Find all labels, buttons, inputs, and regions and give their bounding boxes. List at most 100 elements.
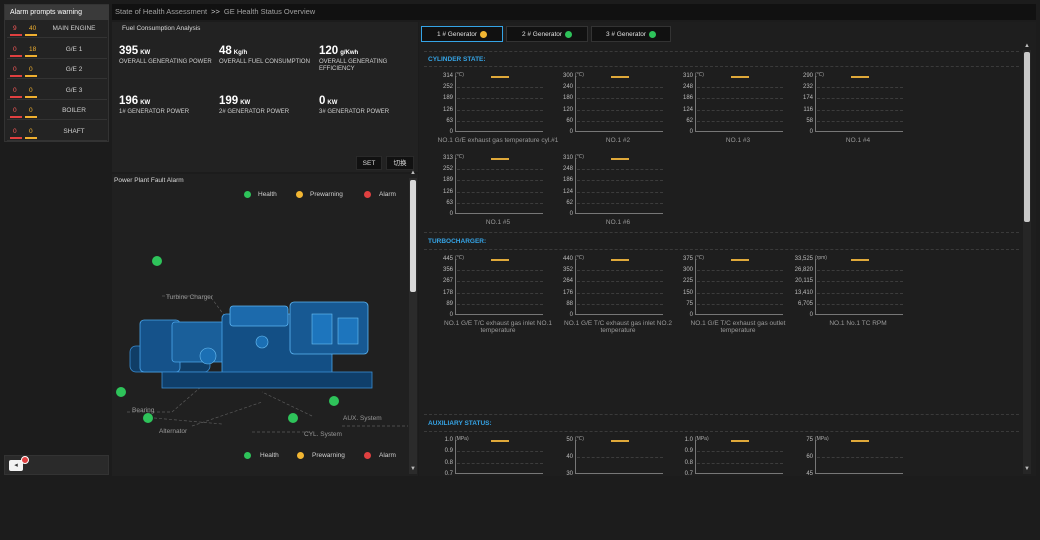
value-marker	[611, 259, 629, 261]
grid-line	[457, 462, 543, 464]
y-tick-label: 186	[682, 95, 693, 102]
fault-scrollbar-thumb[interactable]	[410, 180, 416, 292]
set-button[interactable]: SET	[356, 156, 382, 170]
cyl-chart: (℃) 310 248 186 124 62 0 NO.1 #6	[543, 154, 663, 258]
grid-line	[697, 451, 783, 453]
y-tick-label: 13,410	[794, 289, 813, 296]
cyl-chart: (℃) 310 248 186 124 62 0 NO.1 #3	[663, 72, 783, 176]
y-tick-label: 176	[562, 289, 573, 296]
divider	[424, 414, 1019, 415]
grid-line	[697, 109, 783, 111]
y-tick-label: 63	[446, 199, 453, 206]
y-tick-label: 50	[566, 437, 573, 443]
y-tick-label: 0	[569, 211, 573, 217]
breadcrumb-separator: >>	[211, 7, 220, 16]
alarm-count: 0	[13, 127, 17, 135]
prewarning-count: 0	[29, 86, 33, 94]
breadcrumb-root[interactable]: State of Health Assessment	[115, 7, 207, 16]
prewarning-bar	[25, 75, 37, 77]
right-scrollbar-thumb[interactable]	[1024, 52, 1030, 222]
scroll-up-icon[interactable]: ▲	[1023, 43, 1031, 49]
notification-badge-icon	[21, 456, 29, 464]
chart-caption: NO.1 #6	[605, 219, 631, 226]
value-marker	[491, 440, 509, 442]
generator-set-icon	[129, 301, 373, 389]
alarm-count: 9	[13, 25, 17, 32]
y-tick-label: 248	[682, 84, 693, 91]
scroll-up-icon[interactable]: ▲	[409, 170, 417, 176]
y-tick-label: 0	[449, 129, 453, 135]
equipment-name: G/E 2	[65, 66, 83, 73]
y-tick-label: 248	[562, 166, 573, 173]
plot-area	[815, 440, 903, 474]
label-cyl-system: CYL. System	[304, 431, 342, 438]
alarm-row[interactable]: 9 40 MAIN ENGINE	[7, 20, 107, 38]
aux-status-point[interactable]	[329, 396, 339, 406]
fuel-panel-title: Fuel Consumption Analysis	[122, 25, 201, 32]
cyl-status-point[interactable]	[288, 413, 298, 423]
grid-line	[577, 98, 663, 100]
turbo-chart: (℃) 440 352 264 176 88 0 NO.1 G/E T/C exhaust g…	[543, 255, 672, 359]
alarm-count: 0	[13, 66, 17, 73]
tab-generator-2[interactable]: 2 # Generator	[506, 26, 588, 42]
switch-button[interactable]: 切换	[386, 156, 414, 170]
alternator-status-point[interactable]	[143, 413, 153, 423]
alarm-row[interactable]: 0 0 BOILER	[7, 102, 107, 120]
y-tick-label: 225	[682, 278, 693, 285]
metric-gen2-power: 199 KW 2# GENERATOR POWER	[219, 95, 314, 116]
tab-generator-3[interactable]: 3 # Generator	[591, 26, 671, 42]
bearing-status-point[interactable]	[116, 387, 126, 397]
y-axis: 314 252 189 126 63 0	[423, 73, 453, 140]
value-marker	[851, 440, 869, 442]
y-tick-label: 0	[449, 312, 453, 318]
y-axis: 50 40 30	[543, 437, 573, 504]
value-marker	[491, 76, 509, 78]
prewarning-count: 0	[29, 107, 33, 114]
y-tick-label: 30	[566, 471, 573, 477]
alarm-row[interactable]: 0 0 G/E 3	[7, 82, 107, 100]
legend-prewarning: Prewarning	[312, 452, 345, 459]
y-axis: 313 252 189 126 63 0	[423, 155, 453, 222]
y-tick-label: 126	[442, 106, 453, 113]
alarm-row[interactable]: 0 0 G/E 2	[7, 61, 107, 79]
grid-line	[457, 451, 543, 453]
scroll-down-icon[interactable]: ▼	[1023, 466, 1031, 472]
label-bearing: Bearing	[132, 407, 155, 414]
metric-fuel-consumption: 48 Kg/h OVERALL FUEL CONSUMPTION	[219, 45, 314, 66]
y-tick-label: 1.0	[684, 437, 693, 443]
tab-generator-1[interactable]: 1 # Generator	[421, 26, 503, 42]
y-tick-label: 0.9	[444, 448, 453, 455]
turbo-status-point[interactable]	[152, 256, 162, 266]
scroll-down-icon[interactable]: ▼	[409, 466, 417, 472]
grid-line	[577, 87, 663, 89]
y-tick-label: 6,705	[797, 300, 813, 307]
grid-line	[457, 281, 543, 283]
value-marker	[611, 76, 629, 78]
y-tick-label: 375	[682, 256, 693, 262]
y-tick-label: 88	[566, 300, 573, 307]
grid-line	[457, 169, 543, 171]
y-tick-label: 0.7	[444, 471, 453, 477]
y-tick-label: 62	[566, 199, 573, 206]
alarm-legend-icon	[364, 452, 371, 459]
y-axis: 440 352 264 176 88 0	[543, 256, 573, 323]
grid-line	[457, 98, 543, 100]
y-axis: 445 356 267 178 89 0	[423, 256, 453, 323]
alarm-row[interactable]: 0 0 SHAFT	[7, 123, 107, 141]
grid-line	[577, 303, 663, 305]
y-tick-label: 33,525	[794, 256, 813, 262]
y-tick-label: 60	[806, 454, 813, 460]
y-tick-label: 232	[802, 84, 813, 91]
divider	[424, 431, 1019, 432]
grid-line	[457, 120, 543, 122]
plot-area	[575, 440, 663, 474]
grid-line	[817, 303, 903, 305]
y-tick-label: 267	[442, 278, 453, 285]
grid-line	[577, 270, 663, 272]
y-tick-label: 62	[686, 117, 693, 124]
alarm-row[interactable]: 0 18 G/E 1	[7, 41, 107, 59]
y-tick-label: 1.0	[444, 437, 453, 443]
y-axis: 375 300 225 150 75 0	[663, 256, 693, 323]
y-tick-label: 124	[682, 106, 693, 113]
grid-line	[577, 109, 663, 111]
